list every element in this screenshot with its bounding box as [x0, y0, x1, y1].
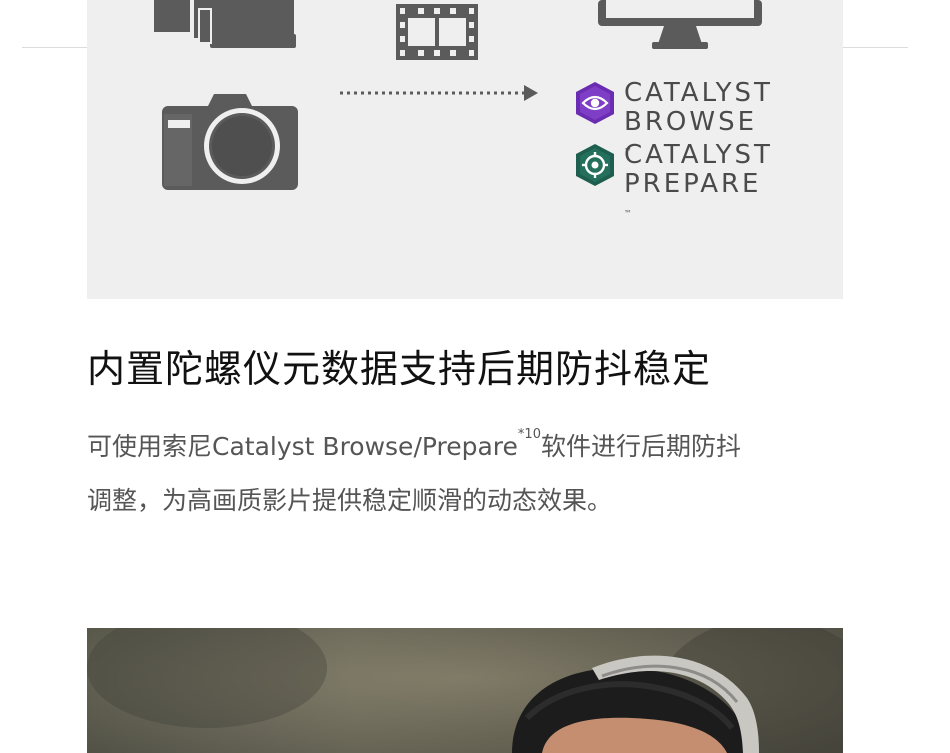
catalyst-browse-eye-icon — [576, 82, 614, 124]
catalyst-prepare-line2: PREPARE — [624, 169, 762, 199]
catalyst-prepare-gear-icon — [576, 144, 614, 186]
description-part1: 可使用索尼Catalyst Browse/Prepare — [87, 432, 518, 461]
camera-icon — [162, 94, 298, 190]
dotted-arrow — [340, 85, 538, 101]
headphone-person-image — [87, 628, 843, 753]
catalyst-prepare-tm: ™ — [624, 209, 632, 218]
description-line2: 调整，为高画质影片提供稳定顺滑的动态效果。 — [87, 486, 613, 515]
monitor-icon — [598, 0, 762, 49]
catalyst-browse-line1: CATALYST — [624, 78, 773, 108]
catalyst-prepare-line1: CATALYST — [624, 140, 773, 170]
workflow-panel: CATALYST BROWSE ™ CATALYST PREPARE ™ — [87, 0, 843, 299]
film-strip-icon — [396, 4, 478, 60]
camcorder-icon — [154, 0, 296, 48]
section-description: 可使用索尼Catalyst Browse/Prepare*10软件进行后期防抖 … — [87, 420, 847, 528]
footnote-marker: *10 — [517, 427, 541, 442]
product-photo — [87, 628, 843, 753]
description-part2: 软件进行后期防抖 — [540, 432, 741, 461]
catalyst-browse-line2: BROWSE — [624, 107, 758, 137]
section-heading: 内置陀螺仪元数据支持后期防抖稳定 — [87, 347, 712, 391]
